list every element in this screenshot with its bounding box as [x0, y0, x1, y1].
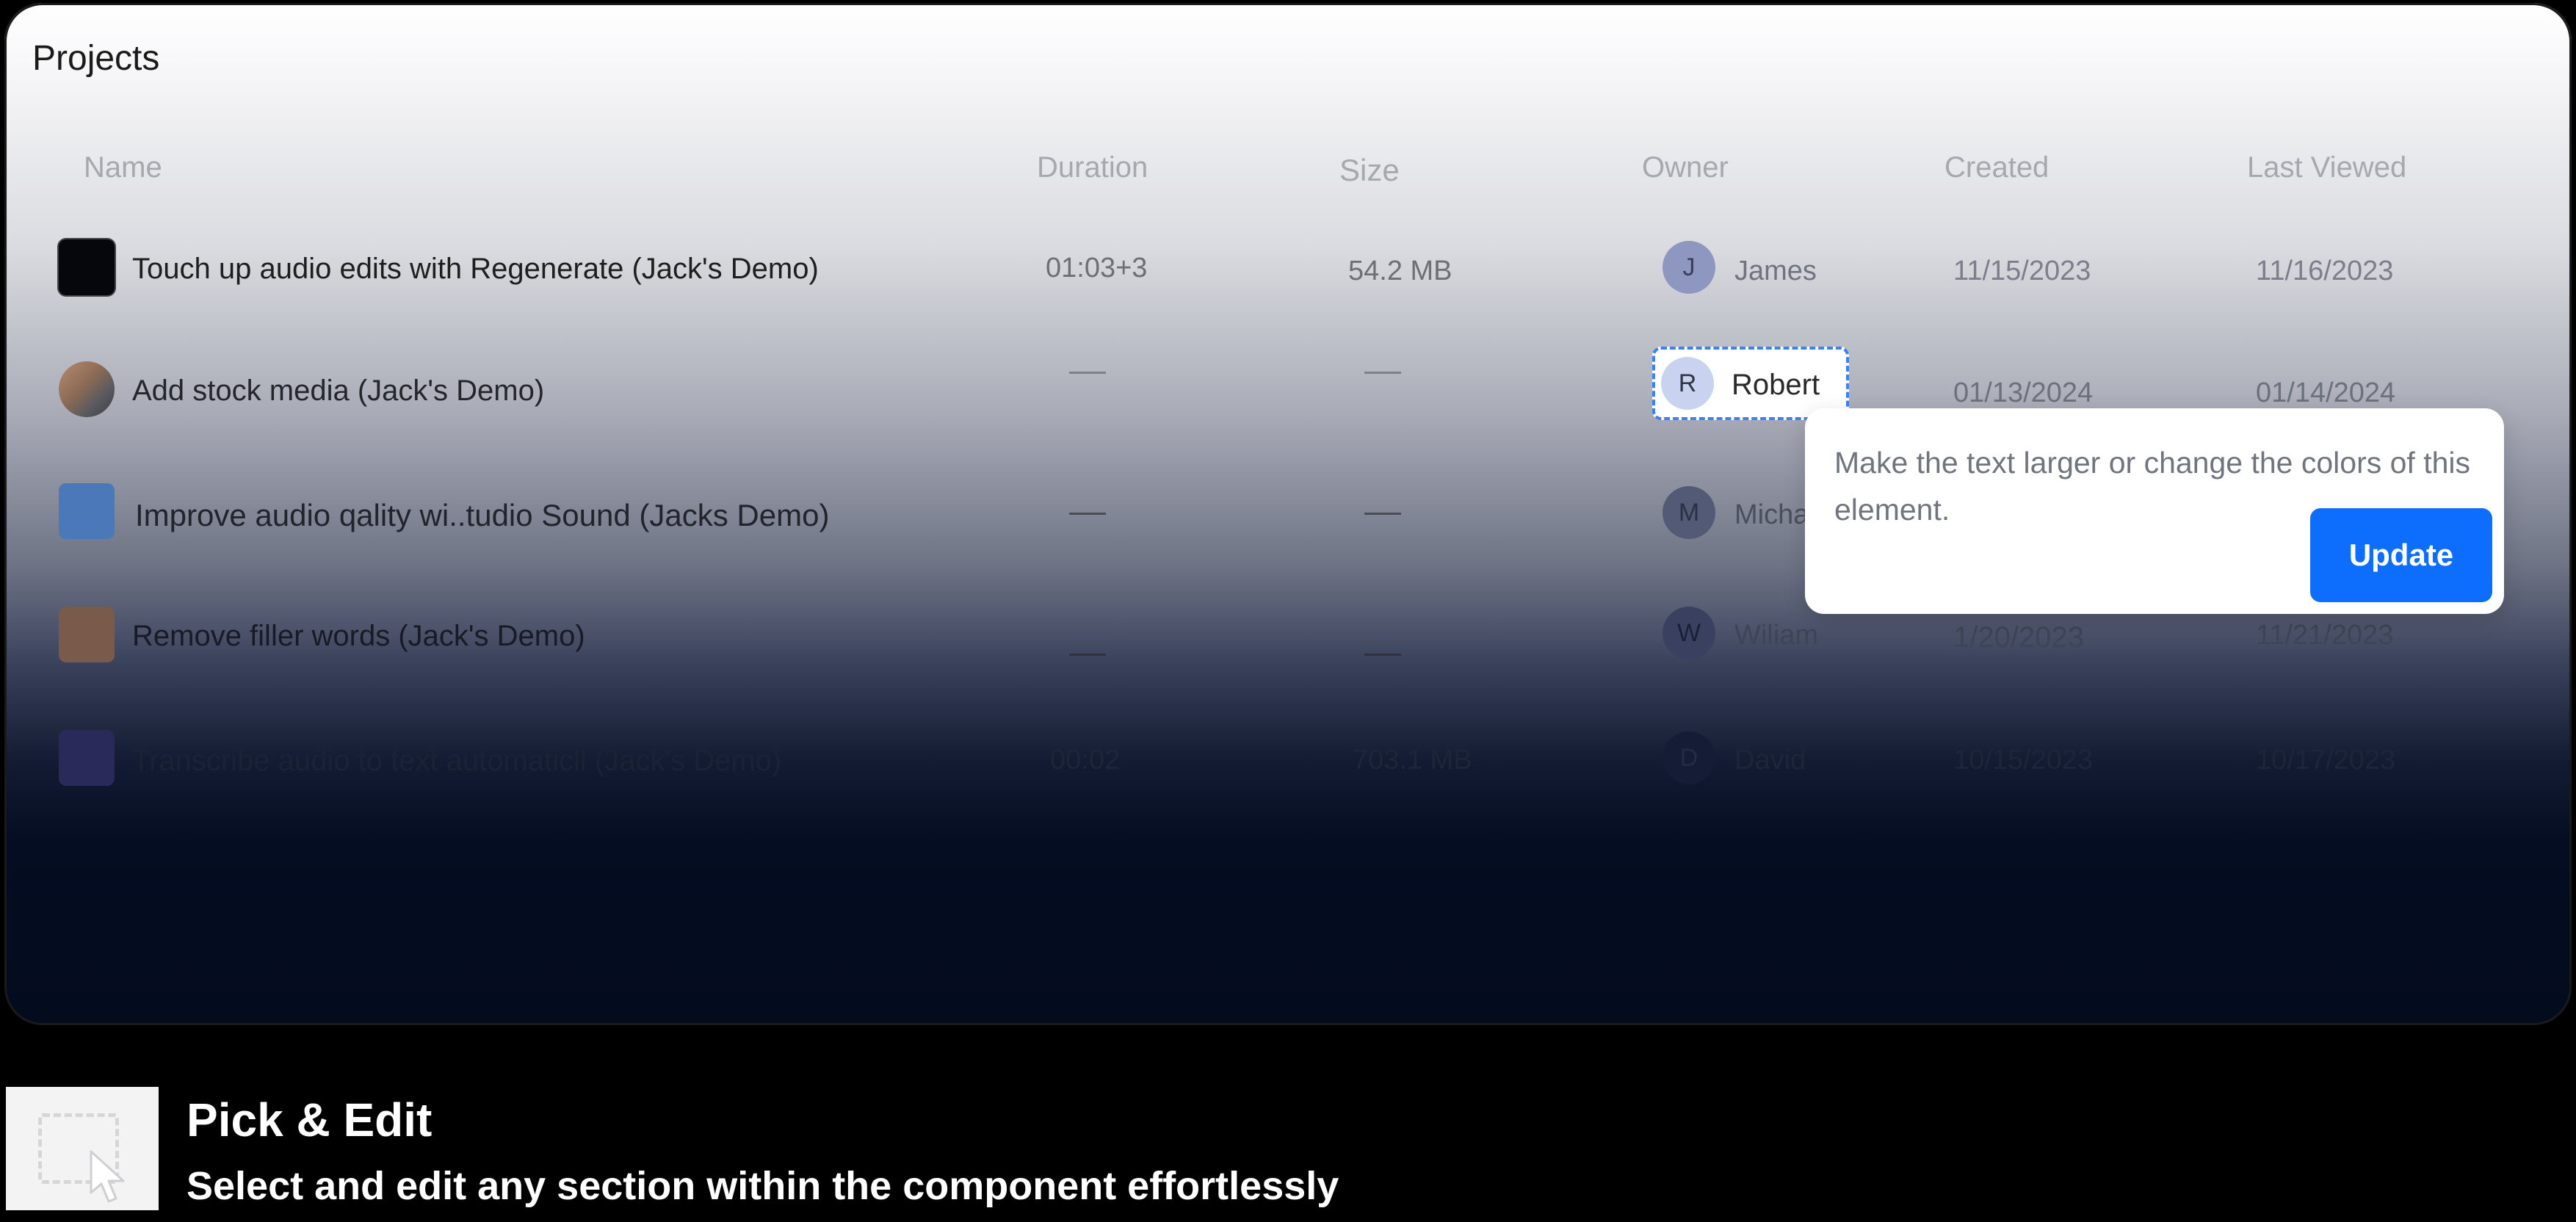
project-name[interactable]: Remove filler words (Jack's Demo) [132, 620, 585, 653]
project-name[interactable]: Improve audio qality wi..tudio Sound (Ja… [135, 498, 829, 533]
table-row[interactable]: Touch up audio edits with Regenerate (Ja… [4, 231, 2572, 304]
empty-size-dash [1364, 372, 1401, 374]
empty-size-dash [1364, 513, 1401, 515]
purple-thumbnail-icon [59, 730, 115, 786]
created-cell: 11/15/2023 [1953, 256, 2091, 286]
avatar: M [1663, 486, 1715, 539]
duration-cell: 01:03+3 [1046, 253, 1148, 283]
created-cell: 01/13/2024 [1953, 377, 2094, 408]
empty-duration-dash [1069, 372, 1106, 374]
size-cell: 54.2 MB [1348, 256, 1452, 286]
black-video-thumbnail-icon [59, 239, 115, 295]
photo-thumbnail-icon [59, 361, 115, 417]
feature-title: Pick & Edit [187, 1093, 433, 1146]
avatar: R [1661, 357, 1714, 410]
column-header-duration[interactable]: Duration [1037, 151, 1148, 184]
empty-size-dash [1364, 654, 1401, 656]
avatar: D [1663, 731, 1715, 784]
card-title: Projects [32, 39, 160, 78]
last-viewed-cell: 01/14/2024 [2256, 377, 2396, 408]
orange-doc-thumbnail-icon [59, 607, 115, 662]
last-viewed-cell: 11/21/2023 [2256, 620, 2394, 651]
projects-card: Projects Name Duration Size Owner Create… [4, 3, 2572, 1025]
column-header-name[interactable]: Name [84, 151, 162, 184]
column-header-last-viewed[interactable]: Last Viewed [2247, 151, 2406, 184]
last-viewed-cell: 10/17/2023 [2256, 745, 2396, 776]
owner-name: Robert [1732, 369, 1820, 401]
project-name[interactable]: Add stock media (Jack's Demo) [132, 375, 544, 408]
owner-name: James [1734, 256, 1817, 286]
project-name[interactable]: Transcribe audio to text automaticll (Ja… [132, 745, 781, 778]
avatar: J [1663, 241, 1715, 294]
last-viewed-cell: 11/16/2023 [2256, 256, 2394, 286]
update-button[interactable]: Update [2310, 508, 2492, 602]
created-cell: 10/15/2023 [1953, 745, 2094, 776]
column-header-owner[interactable]: Owner [1642, 151, 1729, 184]
created-cell: 1/20/2023 [1953, 621, 2084, 654]
owner-name: David [1734, 745, 1806, 776]
empty-duration-dash [1069, 513, 1106, 515]
stage: Projects Name Duration Size Owner Create… [0, 0, 2576, 1222]
size-cell: 703.1 MB [1353, 745, 1472, 776]
owner-name: Wiliam [1734, 620, 1818, 651]
cursor-icon [90, 1150, 125, 1203]
project-name[interactable]: Touch up audio edits with Regenerate (Ja… [132, 253, 819, 286]
table-row[interactable]: Transcribe audio to text automaticll (Ja… [4, 723, 2572, 796]
empty-duration-dash [1069, 654, 1106, 656]
feature-subtitle: Select and edit any section within the c… [187, 1164, 1339, 1208]
owner-name: Micha [1734, 499, 1809, 530]
duration-cell: 00:02 [1050, 745, 1121, 776]
column-header-created[interactable]: Created [1944, 151, 2049, 184]
avatar: W [1663, 607, 1715, 659]
column-header-size[interactable]: Size [1339, 153, 1400, 188]
blue-app-thumbnail-icon [59, 483, 115, 539]
edit-popover: Make the text larger or change the color… [1805, 408, 2504, 614]
pick-select-icon [6, 1087, 159, 1210]
